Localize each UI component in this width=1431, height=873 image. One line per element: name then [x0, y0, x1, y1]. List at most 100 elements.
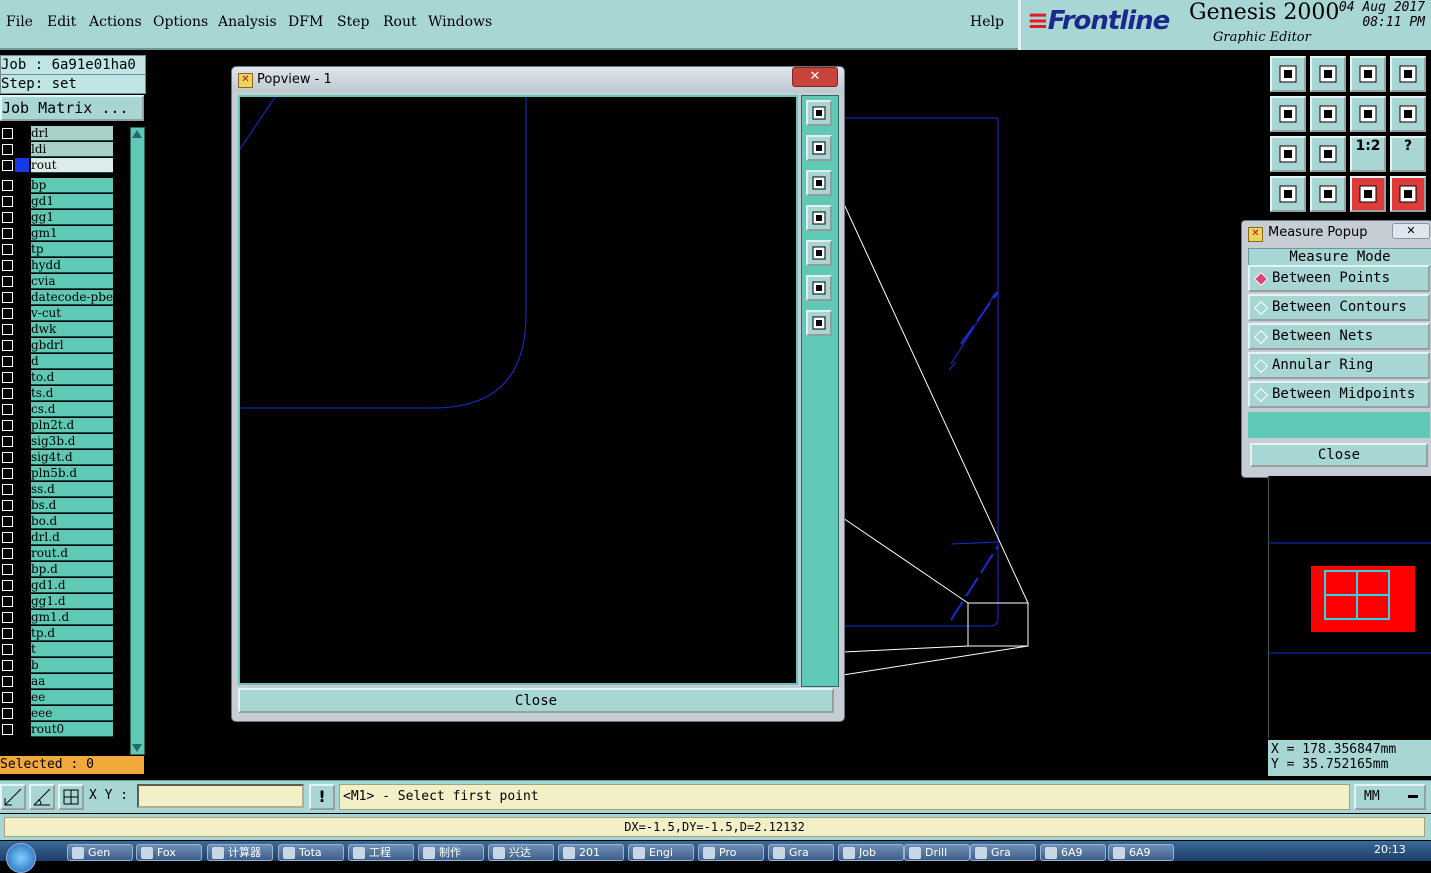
taskbar-item[interactable]: 6A9 [1040, 844, 1106, 861]
layer-checkbox[interactable] [2, 324, 13, 335]
layer-row[interactable]: rout [0, 158, 116, 173]
layer-row[interactable]: dwk [0, 322, 116, 337]
layer-checkbox[interactable] [2, 144, 13, 155]
taskbar-item[interactable]: Job [838, 844, 904, 861]
layer-row[interactable]: datecode-pbe [0, 290, 116, 305]
measure-close-button[interactable]: Close [1250, 443, 1428, 467]
layer-checkbox[interactable] [2, 596, 13, 607]
layer-row[interactable]: gm1 [0, 226, 116, 241]
layer-name[interactable]: drl [31, 126, 113, 141]
layer-name[interactable]: ss.d [31, 482, 113, 497]
layer-row[interactable]: sig4t.d [0, 450, 116, 465]
layer-checkbox[interactable] [2, 260, 13, 271]
pan-up-icon[interactable] [1270, 56, 1306, 92]
layer-checkbox[interactable] [2, 580, 13, 591]
layer-row[interactable]: b [0, 658, 116, 673]
layer-name[interactable]: ee [31, 690, 113, 705]
layer-checkbox[interactable] [2, 404, 13, 415]
layer-name[interactable]: cs.d [31, 402, 113, 417]
layer-name[interactable]: rout0 [31, 722, 113, 737]
layer-row[interactable]: ts.d [0, 386, 116, 401]
pan-right-icon[interactable] [1310, 96, 1346, 132]
layer-row[interactable]: bp.d [0, 562, 116, 577]
layer-row[interactable]: aa [0, 674, 116, 689]
layer-row[interactable]: gbdrl [0, 338, 116, 353]
scroll-up-icon[interactable] [132, 130, 142, 138]
layer-checkbox[interactable] [2, 372, 13, 383]
layer-row[interactable]: tp [0, 242, 116, 257]
menu-help[interactable]: Help [970, 14, 1004, 30]
taskbar-item[interactable]: Engi [628, 844, 694, 861]
layer-checkbox[interactable] [2, 564, 13, 575]
layer-name[interactable]: sig4t.d [31, 450, 113, 465]
layer-row[interactable]: v-cut [0, 306, 116, 321]
layer-checkbox[interactable] [2, 388, 13, 399]
scale-icon[interactable]: 1:2 [1350, 136, 1386, 172]
layer-row[interactable]: drl [0, 126, 116, 141]
layer-name[interactable]: pln5b.d [31, 466, 113, 481]
layer-row[interactable]: bs.d [0, 498, 116, 513]
layer-row[interactable]: sig3b.d [0, 434, 116, 449]
overview-map[interactable] [1268, 476, 1431, 738]
popview-titlebar[interactable]: ✕ Popview - 1 ✕ [232, 67, 844, 92]
layer-checkbox[interactable] [2, 420, 13, 431]
layer-row[interactable]: hydd [0, 258, 116, 273]
measure-option[interactable]: Annular Ring [1248, 352, 1430, 379]
taskbar-item[interactable]: 工程 [348, 844, 414, 861]
layer-row[interactable]: cs.d [0, 402, 116, 417]
layer-name[interactable]: ts.d [31, 386, 113, 401]
layer-row[interactable]: to.d [0, 370, 116, 385]
taskbar-item[interactable]: Tota [278, 844, 344, 861]
pan-left-icon[interactable] [1270, 96, 1306, 132]
zoom-in-icon[interactable] [1310, 136, 1346, 172]
pan-down-icon[interactable] [1310, 56, 1346, 92]
taskbar-item[interactable]: Gra [768, 844, 834, 861]
layer-row[interactable]: d [0, 354, 116, 369]
layer-name[interactable]: rout [31, 158, 113, 173]
layer-row[interactable]: eee [0, 706, 116, 721]
menu-windows[interactable]: Windows [428, 14, 492, 30]
menu-rout[interactable]: Rout [383, 14, 417, 30]
layer-name[interactable]: bs.d [31, 498, 113, 513]
layer-checkbox[interactable] [2, 532, 13, 543]
layer-name[interactable]: sig3b.d [31, 434, 113, 449]
start-button[interactable] [6, 843, 36, 873]
layer-checkbox[interactable] [2, 196, 13, 207]
layers-icon[interactable] [1350, 176, 1386, 212]
layer-checkbox[interactable] [2, 628, 13, 639]
layer-checkbox[interactable] [2, 468, 13, 479]
layer-checkbox[interactable] [2, 308, 13, 319]
layer-checkbox[interactable] [2, 436, 13, 447]
layer-row[interactable]: rout.d [0, 546, 116, 561]
layer-checkbox[interactable] [2, 452, 13, 463]
layer-checkbox[interactable] [2, 212, 13, 223]
layer-checkbox[interactable] [2, 128, 13, 139]
layer-name[interactable]: to.d [31, 370, 113, 385]
layer-checkbox[interactable] [2, 356, 13, 367]
menu-analysis[interactable]: Analysis [218, 14, 277, 30]
layer-checkbox[interactable] [2, 340, 13, 351]
layer-checkbox[interactable] [2, 292, 13, 303]
layer-row[interactable]: pln2t.d [0, 418, 116, 433]
layer-name[interactable]: gm1.d [31, 610, 113, 625]
layer-row[interactable]: t [0, 642, 116, 657]
alert-icon[interactable]: ! [309, 784, 335, 810]
zoom-fit-icon[interactable] [806, 100, 832, 126]
layer-name[interactable]: tp.d [31, 626, 113, 641]
layer-row[interactable]: ldi [0, 142, 116, 157]
layer-name[interactable]: gd1.d [31, 578, 113, 593]
layer-name[interactable]: rout.d [31, 546, 113, 561]
popview-close-icon[interactable]: ✕ [792, 67, 838, 87]
layer-name[interactable]: dwk [31, 322, 113, 337]
layer-row[interactable]: bp [0, 178, 116, 193]
layer-name[interactable]: gg1.d [31, 594, 113, 609]
layer-name[interactable]: gg1 [31, 210, 113, 225]
menu-actions[interactable]: Actions [89, 14, 142, 30]
menu-file[interactable]: File [6, 14, 33, 30]
layer-checkbox[interactable] [2, 724, 13, 735]
popview-canvas[interactable] [238, 95, 798, 685]
taskbar-item[interactable]: 制作 [418, 844, 484, 861]
angle-mode-icon[interactable] [29, 784, 55, 810]
zoom-home-icon[interactable] [806, 275, 832, 301]
layer-row[interactable]: gg1.d [0, 594, 116, 609]
